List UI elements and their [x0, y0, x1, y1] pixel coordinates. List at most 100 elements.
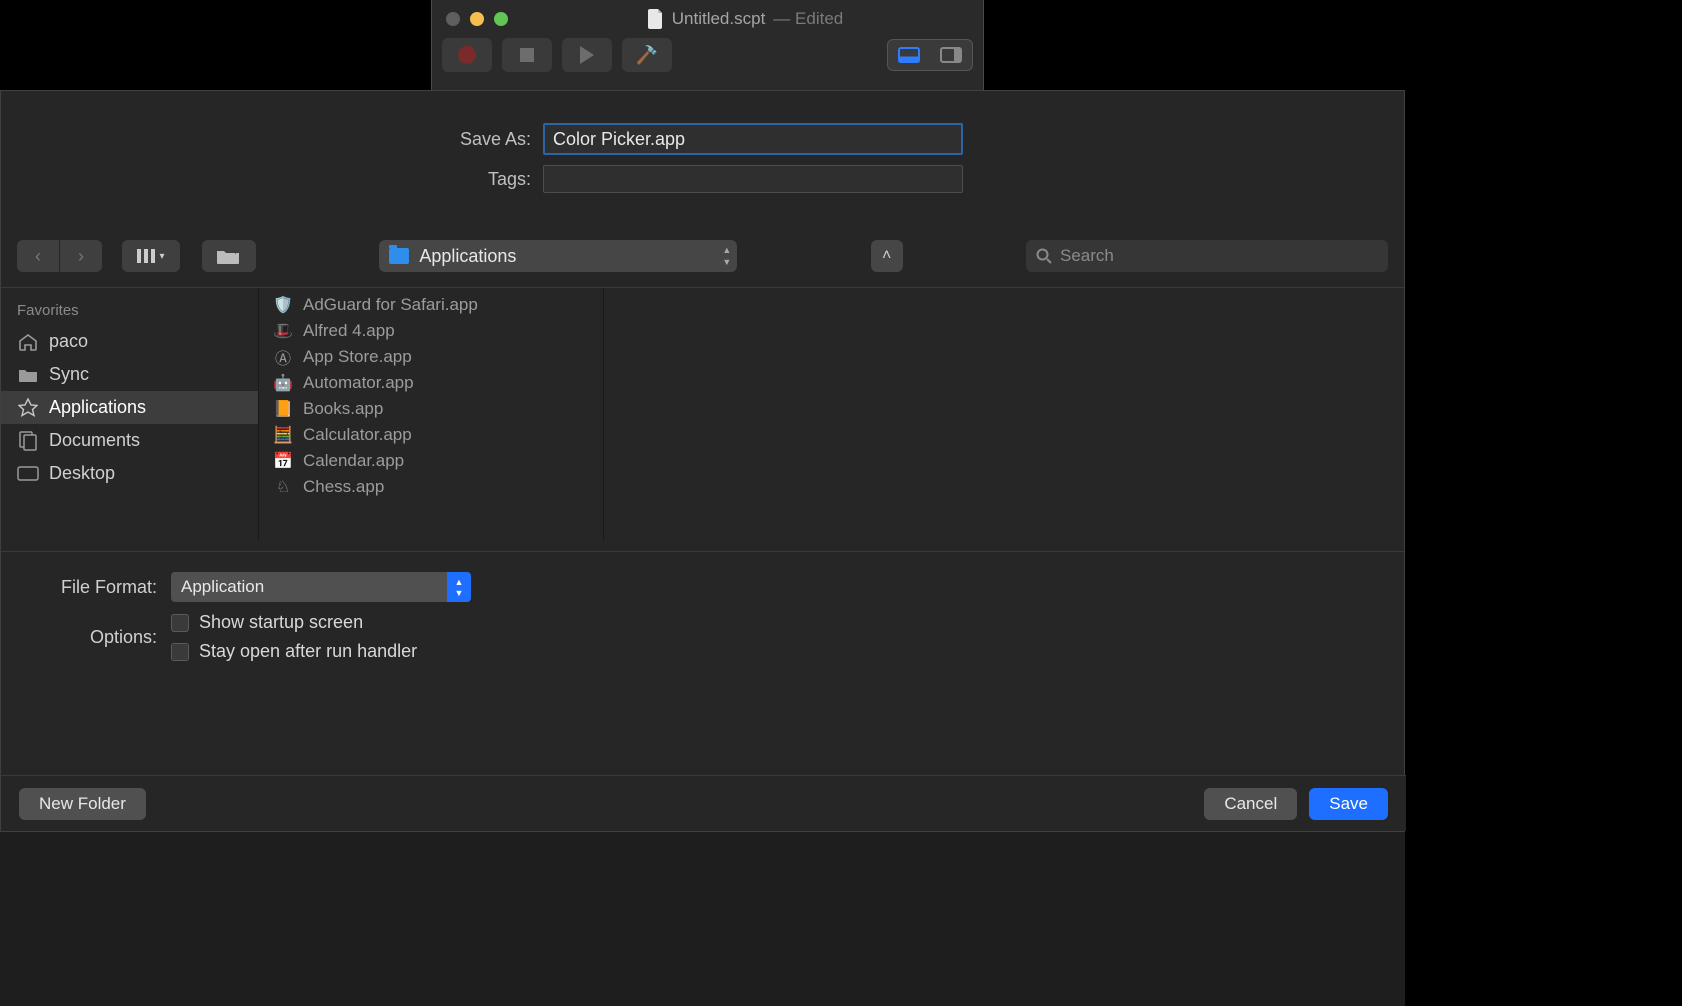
- file-item[interactable]: 🤖 Automator.app: [259, 370, 603, 396]
- sidebar-item-label: Desktop: [49, 463, 115, 484]
- hammer-icon: 🔨: [636, 45, 658, 66]
- pane-right-icon: [940, 47, 962, 63]
- sidebar-item-applications[interactable]: Applications: [1, 391, 258, 424]
- back-button[interactable]: ‹: [17, 240, 59, 272]
- file-item[interactable]: ♘ Chess.app: [259, 474, 603, 500]
- file-name: Calculator.app: [303, 425, 412, 445]
- app-icon: 📙: [273, 399, 293, 419]
- forward-button[interactable]: ›: [60, 240, 102, 272]
- app-icon: ♘: [273, 477, 293, 497]
- path-bar: ‹ › ▾ + Applications ▲▼ ˄ Search: [1, 235, 1404, 277]
- file-format-select[interactable]: Application ▲▼: [171, 572, 471, 602]
- file-name: Calendar.app: [303, 451, 404, 471]
- sidebar-header: Favorites: [1, 298, 258, 325]
- file-name: Books.app: [303, 399, 383, 419]
- save-button[interactable]: Save: [1309, 788, 1388, 820]
- sidebar-item-paco[interactable]: paco: [1, 325, 258, 358]
- save-as-input[interactable]: [543, 123, 963, 155]
- traffic-lights: [446, 12, 508, 26]
- sidebar-item-sync[interactable]: Sync: [1, 358, 258, 391]
- view-segmented-control[interactable]: [887, 39, 973, 71]
- folder-plus-icon: +: [216, 247, 242, 265]
- apps-icon: [17, 398, 39, 418]
- desktop-icon: [17, 464, 39, 484]
- app-icon: 🤖: [273, 373, 293, 393]
- file-name: Automator.app: [303, 373, 414, 393]
- preview-column: [604, 288, 1404, 541]
- view-result-pane-button[interactable]: [888, 40, 930, 70]
- toolbar: 🔨: [432, 38, 983, 72]
- file-name: Chess.app: [303, 477, 384, 497]
- pane-bottom-icon: [898, 47, 920, 63]
- new-folder-button[interactable]: New Folder: [19, 788, 146, 820]
- sidebar-item-documents[interactable]: Documents: [1, 424, 258, 457]
- home-icon: [17, 332, 39, 352]
- document-icon: [648, 9, 664, 29]
- chevron-down-icon: ▾: [159, 251, 164, 262]
- minimize-window-button[interactable]: [470, 12, 484, 26]
- file-browser: Favorites paco Sync Applications Documents D…: [1, 287, 1404, 541]
- zoom-window-button[interactable]: [494, 12, 508, 26]
- docs-icon: [17, 431, 39, 451]
- chevron-left-icon: ‹: [35, 246, 41, 267]
- bottom-bar: New Folder Cancel Save: [1, 775, 1406, 831]
- save-sheet: Save As: Tags: ‹ › ▾ + Applications ▲▼ ˄…: [0, 90, 1405, 832]
- new-folder-icon-button[interactable]: +: [202, 240, 256, 272]
- record-button[interactable]: [442, 38, 492, 72]
- options-area: File Format: Application ▲▼ Options: Sho…: [1, 551, 1404, 672]
- window-edited-indicator: — Edited: [773, 9, 843, 29]
- search-field[interactable]: Search: [1026, 240, 1388, 272]
- save-as-label: Save As:: [1, 129, 531, 150]
- app-icon: Ⓐ: [273, 347, 293, 367]
- file-item[interactable]: 📙 Books.app: [259, 396, 603, 422]
- file-item[interactable]: 🧮Calculator.app: [259, 422, 603, 448]
- window-title: Untitled.scpt — Edited: [508, 9, 983, 29]
- checkbox-label: Stay open after run handler: [199, 641, 417, 662]
- file-item[interactable]: 📅 Calendar.app: [259, 448, 603, 474]
- collapse-sheet-button[interactable]: ˄: [871, 240, 903, 272]
- file-item[interactable]: 🛡️ AdGuard for Safari.app: [259, 292, 603, 318]
- file-item[interactable]: Ⓐ App Store.app: [259, 344, 603, 370]
- sidebar-item-label: Applications: [49, 397, 146, 418]
- file-name: AdGuard for Safari.app: [303, 295, 478, 315]
- view-log-pane-button[interactable]: [930, 40, 972, 70]
- sidebar: Favorites paco Sync Applications Documents D…: [1, 288, 259, 541]
- checkbox[interactable]: [171, 643, 189, 661]
- folder-icon: [17, 365, 39, 385]
- location-label: Applications: [419, 246, 516, 267]
- stop-button[interactable]: [502, 38, 552, 72]
- file-list-column[interactable]: 🛡️ AdGuard for Safari.app 🎩Alfred 4.app Ⓐ Ap…: [259, 288, 604, 541]
- sidebar-item-label: Sync: [49, 364, 89, 385]
- cancel-button[interactable]: Cancel: [1204, 788, 1297, 820]
- file-format-value: Application: [181, 577, 264, 597]
- location-popup[interactable]: Applications ▲▼: [379, 240, 737, 272]
- options-label: Options:: [1, 627, 157, 648]
- window-titlebar: Untitled.scpt — Edited 🔨: [431, 0, 984, 90]
- app-icon: 📅: [273, 451, 293, 471]
- compile-button[interactable]: 🔨: [622, 38, 672, 72]
- run-button[interactable]: [562, 38, 612, 72]
- checkbox-label: Show startup screen: [199, 612, 363, 633]
- play-icon: [580, 46, 594, 64]
- sidebar-item-desktop[interactable]: Desktop: [1, 457, 258, 490]
- columns-icon: [137, 249, 155, 263]
- view-mode-select[interactable]: ▾: [122, 240, 180, 272]
- app-icon: 🛡️: [273, 295, 293, 315]
- sidebar-item-label: Documents: [49, 430, 140, 451]
- tags-input[interactable]: [543, 165, 963, 193]
- sidebar-item-label: paco: [49, 331, 88, 352]
- close-window-button[interactable]: [446, 12, 460, 26]
- folder-icon: [389, 248, 409, 264]
- file-name: Alfred 4.app: [303, 321, 395, 341]
- stop-icon: [520, 48, 534, 62]
- stepper-icon: ▲▼: [722, 245, 731, 267]
- chevron-up-icon: ˄: [882, 247, 891, 265]
- select-stepper-icon: ▲▼: [447, 572, 471, 602]
- search-icon: [1036, 248, 1052, 264]
- file-item[interactable]: 🎩Alfred 4.app: [259, 318, 603, 344]
- window-title-text: Untitled.scpt: [672, 9, 766, 29]
- file-format-label: File Format:: [1, 577, 157, 598]
- file-name: App Store.app: [303, 347, 412, 367]
- search-placeholder: Search: [1060, 246, 1114, 266]
- checkbox[interactable]: [171, 614, 189, 632]
